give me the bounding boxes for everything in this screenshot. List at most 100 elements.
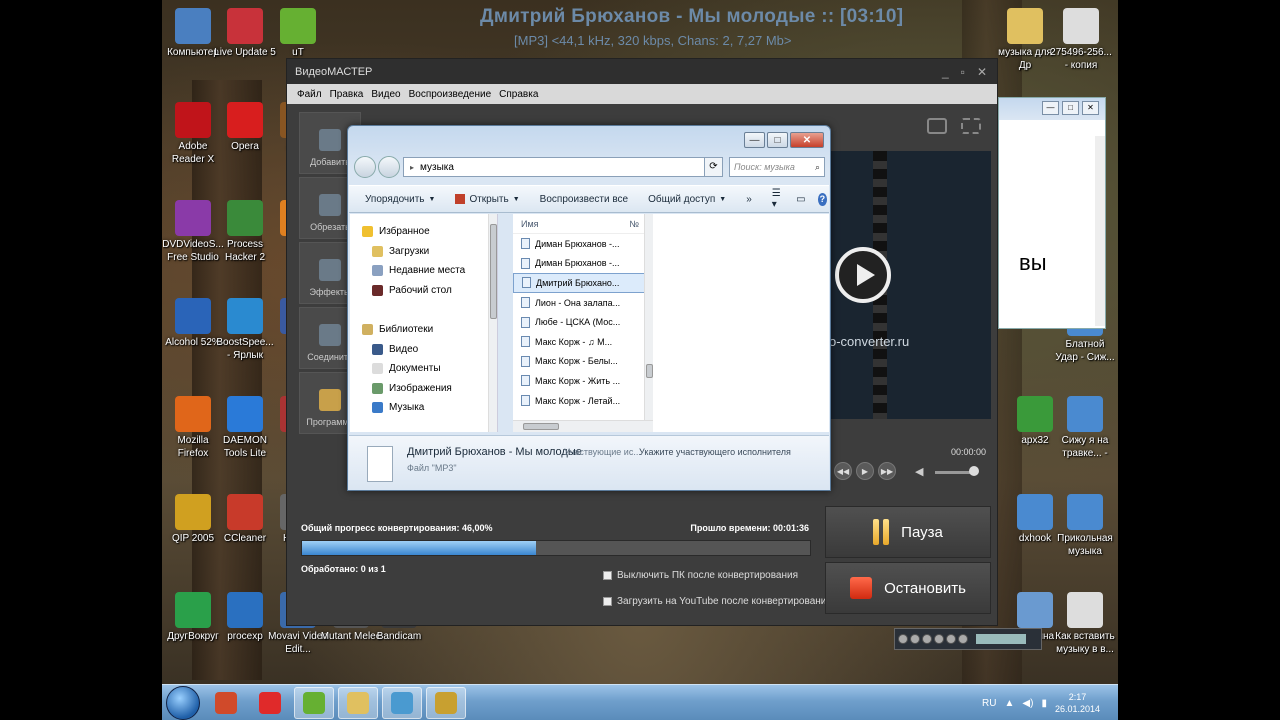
nav-item[interactable]: Рабочий стол: [362, 281, 497, 301]
scroll-thumb[interactable]: [490, 224, 497, 319]
share-button[interactable]: Общий доступ ▼: [648, 194, 726, 205]
pause-button[interactable]: [922, 634, 932, 644]
preview-pane-icon[interactable]: ▭: [796, 194, 805, 205]
column-name[interactable]: Имя: [521, 219, 539, 229]
file-row[interactable]: Диман Брюханов -...: [513, 254, 653, 274]
prev-button[interactable]: [898, 634, 908, 644]
nav-item[interactable]: Документы: [362, 359, 497, 379]
stop-button[interactable]: [934, 634, 944, 644]
eject-button[interactable]: [958, 634, 968, 644]
menu-edit[interactable]: Правка: [330, 89, 364, 100]
taskbar-app[interactable]: [426, 687, 466, 719]
close-button[interactable]: ✕: [790, 132, 824, 148]
file-row[interactable]: Любе - ЦСКА (Мос...: [513, 312, 653, 332]
menu-file[interactable]: Файл: [297, 89, 322, 100]
menu-playback[interactable]: Воспроизведение: [409, 89, 492, 100]
file-row[interactable]: Макс Корж - Летай...: [513, 391, 653, 411]
camera-icon[interactable]: [927, 118, 947, 134]
horizontal-scrollbar[interactable]: [513, 420, 653, 432]
opera-icon: [227, 102, 263, 138]
close-button[interactable]: ✕: [977, 65, 987, 79]
stop-button[interactable]: Остановить: [825, 562, 991, 614]
taskbar-app[interactable]: [338, 687, 378, 719]
close-button[interactable]: ✕: [1082, 101, 1099, 115]
play-all-button[interactable]: Воспроизвести все: [540, 194, 628, 205]
fullscreen-icon[interactable]: [961, 118, 981, 134]
rewind-button[interactable]: ◀◀: [834, 462, 852, 480]
scroll-thumb[interactable]: [523, 423, 559, 430]
taskbar-app[interactable]: [206, 687, 246, 719]
checkbox[interactable]: [603, 571, 612, 580]
file-row[interactable]: Макс Корж - Жить ...: [513, 371, 653, 391]
clock[interactable]: 2:17 26.01.2014: [1055, 691, 1100, 715]
details-property-value[interactable]: Укажите участвующего исполнителя: [639, 447, 791, 457]
pause-button[interactable]: Пауза: [825, 506, 991, 558]
speaker-icon[interactable]: ◀): [1022, 698, 1033, 709]
maximize-button[interactable]: □: [767, 132, 788, 148]
taskbar: RU ▲ ◀) ▮ 2:17 26.01.2014: [162, 684, 1118, 720]
volume-slider[interactable]: [976, 634, 1026, 644]
desktop-icon[interactable]: Как вставить музыку в в...: [1054, 592, 1116, 656]
play-button[interactable]: [910, 634, 920, 644]
help-icon[interactable]: ?: [817, 192, 828, 206]
language-indicator[interactable]: RU: [982, 698, 996, 709]
start-button[interactable]: [166, 686, 200, 720]
desktop-icon[interactable]: Сижу я на травке... -: [1054, 396, 1116, 460]
nav-item[interactable]: Библиотеки: [362, 320, 497, 340]
next-button[interactable]: [946, 634, 956, 644]
nav-item[interactable]: Видео: [362, 340, 497, 360]
checkbox[interactable]: [603, 597, 612, 606]
maximize-button[interactable]: □: [1062, 101, 1079, 115]
taskbar-app[interactable]: [294, 687, 334, 719]
maximize-button[interactable]: ▫: [961, 65, 965, 79]
file-row[interactable]: Диман Брюханов -...: [513, 234, 653, 254]
open-button[interactable]: Открыть ▼: [455, 194, 520, 205]
desktop-icon[interactable]: Прикольная музыка: [1054, 494, 1116, 558]
search-input[interactable]: Поиск: музыка ⌕: [729, 157, 825, 177]
nav-item[interactable]: Музыка: [362, 398, 497, 418]
back-button[interactable]: [354, 156, 376, 178]
video-preview[interactable]: o-converter.ru: [829, 151, 991, 419]
network-icon[interactable]: ▮: [1041, 698, 1047, 709]
play-button[interactable]: ▶: [856, 462, 874, 480]
computer-icon: [175, 8, 211, 44]
desktop-icon[interactable]: uT: [267, 8, 329, 59]
scroll-thumb[interactable]: [646, 364, 653, 378]
taskbar-app[interactable]: [250, 687, 290, 719]
taskbar-app[interactable]: [382, 687, 422, 719]
organize-button[interactable]: Упорядочить ▼: [365, 194, 435, 205]
refresh-button[interactable]: ⟳: [704, 157, 723, 177]
youtube-checkbox[interactable]: Загрузить на YouTube после конвертирован…: [603, 596, 832, 607]
play-icon[interactable]: [835, 247, 891, 303]
minimize-button[interactable]: —: [1042, 101, 1059, 115]
nav-item[interactable]: Избранное: [362, 222, 497, 242]
nav-scrollbar[interactable]: [488, 214, 497, 432]
minimize-button[interactable]: _: [942, 65, 949, 79]
volume-knob[interactable]: [969, 466, 979, 476]
forward-button[interactable]: [378, 156, 400, 178]
details-filetype: Файл "MP3": [407, 463, 457, 473]
desktop-icon-label: музыка для Др: [998, 47, 1052, 71]
menu-help[interactable]: Справка: [499, 89, 538, 100]
minimize-button[interactable]: —: [744, 132, 765, 148]
nav-item[interactable]: Изображения: [362, 379, 497, 399]
file-row[interactable]: Дмитрий Брюхано...: [513, 273, 653, 293]
volume-control[interactable]: ◀: [915, 465, 979, 479]
nav-item[interactable]: Недавние места: [362, 261, 497, 281]
tray-arrow-icon[interactable]: ▲: [1005, 698, 1015, 709]
document-window[interactable]: — □ ✕ вы: [998, 97, 1106, 329]
more-button[interactable]: »: [746, 194, 752, 205]
file-row[interactable]: Лион - Она залапа...: [513, 293, 653, 313]
view-options-icon[interactable]: ☰ ▾: [772, 188, 784, 210]
desktop-icon[interactable]: 275496-256... - копия: [1050, 8, 1112, 72]
file-row[interactable]: Макс Корж - ♫ М...: [513, 332, 653, 352]
forward-button[interactable]: ▶▶: [878, 462, 896, 480]
nav-item[interactable]: Загрузки: [362, 242, 497, 262]
file-row[interactable]: Макс Корж - Белы...: [513, 352, 653, 372]
shutdown-checkbox[interactable]: Выключить ПК после конвертирования: [603, 570, 798, 581]
document-scrollbar[interactable]: [1095, 136, 1105, 326]
nav-item-label: Избранное: [379, 226, 430, 238]
address-bar[interactable]: ▸ музыка ▼: [403, 157, 721, 177]
menu-video[interactable]: Видео: [371, 89, 400, 100]
desktop-icon[interactable]: музыка для Др: [994, 8, 1056, 72]
